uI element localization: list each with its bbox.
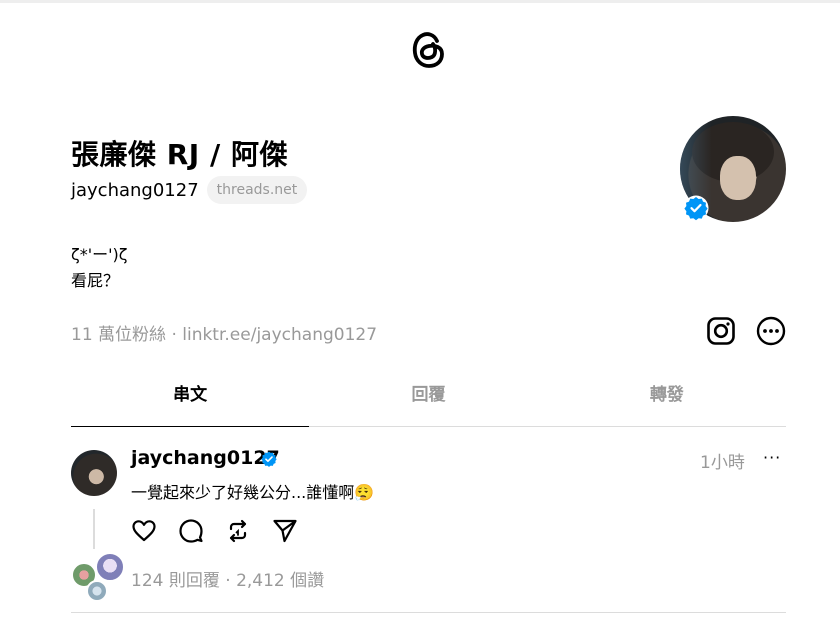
top-divider — [0, 0, 840, 3]
post-author-username[interactable]: jaychang0127 — [131, 447, 280, 469]
repost-icon[interactable] — [225, 518, 251, 544]
replier-avatar — [95, 552, 125, 582]
profile-tabs: 串文 回覆 轉發 — [71, 371, 786, 427]
verified-badge-icon — [261, 451, 277, 467]
followers-and-link[interactable]: 11 萬位粉絲 · linktr.ee/jaychang0127 — [71, 320, 377, 345]
threads-domain-pill[interactable]: threads.net — [206, 176, 308, 204]
post-actions — [131, 518, 298, 544]
profile-bio: ζ*'ー')ζ 看屁？ — [71, 242, 127, 294]
post-timestamp: 1小時 — [700, 453, 745, 473]
post-divider — [71, 612, 786, 613]
profile-handle-row: jaychang0127 threads.net — [71, 176, 308, 204]
send-icon[interactable] — [272, 518, 298, 544]
profile-display-name: 張廉傑 RJ / 阿傑 — [71, 138, 288, 171]
post-author-avatar[interactable] — [71, 450, 117, 496]
bio-line: 看屁？ — [71, 271, 120, 290]
heart-icon[interactable] — [131, 518, 157, 544]
tab-reposts[interactable]: 轉發 — [548, 371, 786, 426]
bio-line: ζ*'ー')ζ — [71, 245, 128, 264]
verified-badge-icon — [683, 195, 709, 221]
profile-handle: jaychang0127 — [71, 179, 199, 201]
post-more-menu[interactable]: ··· — [763, 448, 781, 467]
thread-connector-line — [93, 509, 95, 549]
tab-threads[interactable]: 串文 — [71, 371, 310, 427]
post-stats[interactable]: 124 則回覆 · 2,412 個讚 — [131, 566, 324, 591]
instagram-icon[interactable] — [706, 316, 736, 346]
replier-avatar — [86, 580, 108, 602]
threads-logo-icon[interactable] — [408, 28, 448, 70]
tab-replies[interactable]: 回覆 — [309, 371, 547, 426]
post-body-text: 一覺起來少了好幾公分...誰懂啊😮‍💨 — [131, 483, 375, 502]
comment-icon[interactable] — [178, 518, 204, 544]
more-circle-icon[interactable] — [756, 316, 786, 346]
